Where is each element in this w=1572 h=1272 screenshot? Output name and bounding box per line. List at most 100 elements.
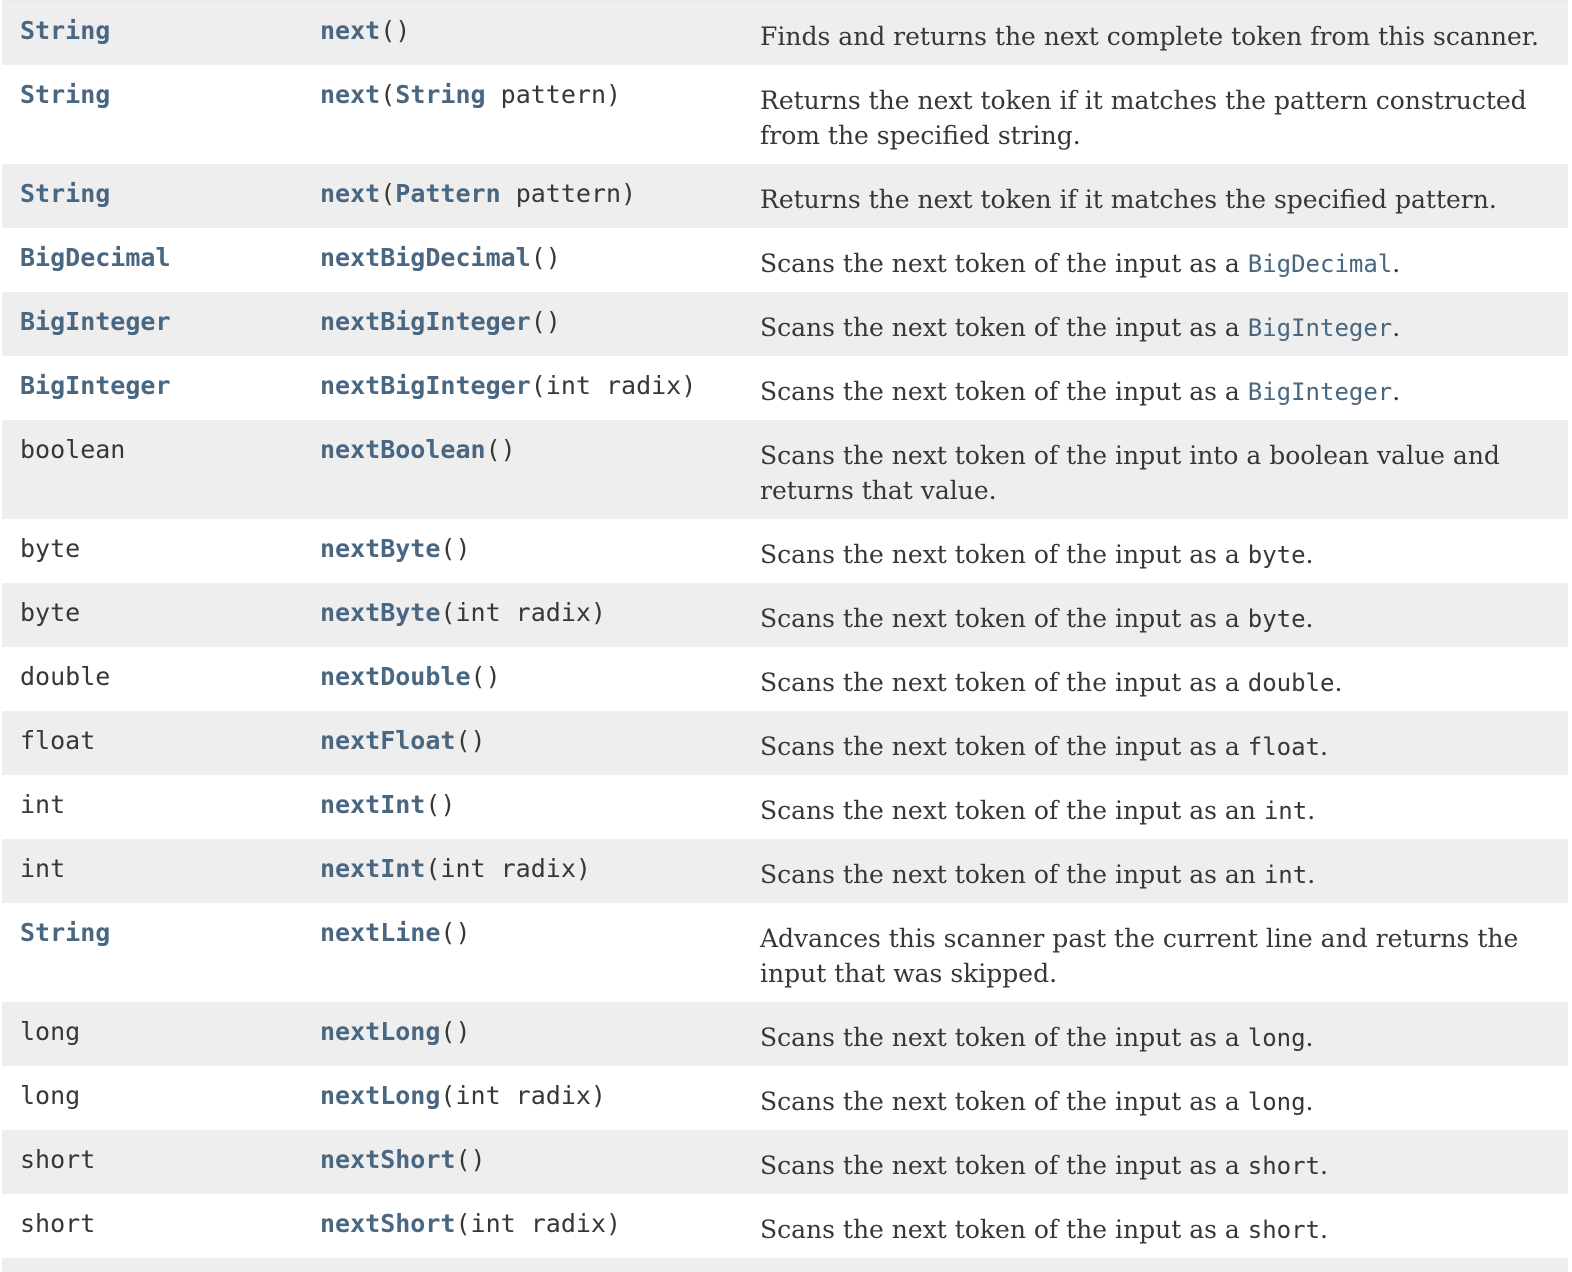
description-text: Finds and returns the next complete toke…	[760, 22, 1539, 51]
description-type-link[interactable]: BigInteger	[1248, 378, 1393, 406]
table-row: BigInteger nextBigInteger(int radix) Scans…	[2, 356, 1568, 420]
description-text: .	[1334, 668, 1343, 697]
table-row: double nextDouble() Scans the next token o…	[2, 647, 1568, 711]
return-type: byte	[20, 598, 81, 627]
table-row: String nextLine() Advances this scanner pa…	[2, 903, 1568, 1002]
return-type-link[interactable]: String	[20, 80, 110, 109]
return-type-link[interactable]: String	[20, 16, 110, 45]
method-params: (int radix)	[530, 371, 697, 400]
method-params: (int radix)	[455, 1209, 622, 1238]
method-name-link[interactable]: next	[320, 16, 380, 45]
method-name-link[interactable]: nextByte	[320, 598, 440, 627]
method-name-link[interactable]: nextLine	[320, 918, 440, 947]
method-params: (int radix)	[440, 1081, 606, 1110]
method-name-link[interactable]: nextFloat	[320, 726, 455, 755]
description-text: .	[1305, 604, 1314, 633]
method-params: ()	[455, 726, 486, 755]
return-type: float	[20, 726, 96, 755]
description-code: int	[1263, 861, 1308, 889]
param-type-link[interactable]: String	[395, 80, 485, 109]
description-type-link[interactable]: BigDecimal	[1248, 250, 1393, 278]
description-cell: Scans the next token of the input as a B…	[742, 246, 1568, 282]
description-cell: Scans the next token of the input as a l…	[742, 1084, 1568, 1120]
method-params: ()	[380, 16, 411, 45]
method-cell: nextFloat()	[302, 726, 742, 756]
method-name-link[interactable]: nextShort	[320, 1145, 455, 1174]
method-params: ()	[455, 1145, 486, 1174]
method-name-link[interactable]: nextInt	[320, 854, 425, 883]
method-name-link[interactable]: nextBigDecimal	[320, 243, 531, 272]
description-cell: Scans the next token of the input as a l…	[742, 1020, 1568, 1056]
return-type-link[interactable]: String	[20, 179, 110, 208]
method-name-link[interactable]: next	[320, 179, 380, 208]
method-params: ()	[440, 918, 471, 947]
return-type-link[interactable]: BigInteger	[20, 371, 171, 400]
description-code: float	[1247, 733, 1320, 761]
description-code: long	[1247, 1024, 1306, 1052]
method-cell: nextLine()	[302, 918, 742, 948]
method-cell: nextShort(int radix)	[302, 1209, 742, 1239]
method-name-link[interactable]: nextLong	[320, 1081, 440, 1110]
description-code: long	[1247, 1088, 1306, 1116]
description-text: .	[1392, 377, 1401, 406]
method-params: ()	[485, 435, 516, 464]
description-cell: Scans the next token of the input as a d…	[742, 665, 1568, 701]
return-type-cell: int	[2, 854, 302, 884]
return-type: short	[20, 1145, 96, 1174]
description-cell: Scans the next token of the input as a s…	[742, 1148, 1568, 1184]
method-cell: nextInt(int radix)	[302, 854, 742, 884]
return-type-link[interactable]: BigInteger	[20, 307, 171, 336]
description-text: .	[1305, 540, 1314, 569]
description-text: Scans the next token of the input as a	[760, 604, 1248, 633]
return-type-cell: String	[2, 179, 302, 209]
return-type-link[interactable]: String	[20, 918, 110, 947]
table-row: String next(Pattern pattern) Returns the n…	[2, 164, 1568, 228]
description-cell: Advances this scanner past the current l…	[742, 921, 1568, 991]
return-type-cell: int	[2, 790, 302, 820]
description-text: .	[1392, 249, 1401, 278]
return-type-cell: BigInteger	[2, 307, 302, 337]
method-cell: nextByte(int radix)	[302, 598, 742, 628]
description-type-link[interactable]: BigInteger	[1248, 314, 1393, 342]
table-row: boolean nextBoolean() Scans the next token…	[2, 420, 1568, 519]
description-text: .	[1307, 860, 1316, 889]
table-row: BigInteger nextBigInteger() Scans the next…	[2, 292, 1568, 356]
method-name-link[interactable]: nextBigInteger	[320, 307, 531, 336]
method-name-link[interactable]: nextBigInteger	[320, 371, 531, 400]
description-cell: Scans the next token of the input as an …	[742, 793, 1568, 829]
table-row: long nextLong() Scans the next token of th…	[2, 1002, 1568, 1066]
return-type: double	[20, 662, 111, 691]
method-name-link[interactable]: nextLong	[320, 1017, 440, 1046]
method-params: (	[380, 179, 396, 208]
method-name-link[interactable]: nextInt	[320, 790, 425, 819]
method-cell: nextBigInteger(int radix)	[302, 371, 742, 401]
description-text: Scans the next token of the input as a	[760, 377, 1248, 406]
description-text: Scans the next token of the input as a	[760, 1087, 1248, 1116]
table-row: float nextFloat() Scans the next token of …	[2, 711, 1568, 775]
method-name-link[interactable]: nextShort	[320, 1209, 455, 1238]
method-name-link[interactable]: nextBoolean	[320, 435, 486, 464]
table-row: short nextShort() Scans the next token of …	[2, 1130, 1568, 1194]
method-params: (	[380, 80, 396, 109]
table-row: int nextInt() Scans the next token of the …	[2, 775, 1568, 839]
method-cell: nextByte()	[302, 534, 742, 564]
description-text: Scans the next token of the input as a	[760, 540, 1248, 569]
method-cell: nextShort()	[302, 1145, 742, 1175]
method-name-link[interactable]: next	[320, 80, 380, 109]
method-cell: nextBigInteger()	[302, 307, 742, 337]
table-row: String next() Finds and returns the next c…	[2, 1, 1568, 65]
table-row: byte nextByte() Scans the next token of th…	[2, 519, 1568, 583]
method-name-link[interactable]: nextDouble	[320, 662, 471, 691]
description-code: byte	[1247, 541, 1306, 569]
description-text: Scans the next token of the input as a	[760, 1023, 1248, 1052]
description-text: Scans the next token of the input as an	[760, 860, 1264, 889]
return-type-cell: long	[2, 1081, 302, 1111]
return-type: int	[20, 790, 66, 819]
return-type-link[interactable]: BigDecimal	[20, 243, 171, 272]
description-text: .	[1307, 796, 1316, 825]
method-cell: nextBigDecimal()	[302, 243, 742, 273]
method-params: ()	[530, 243, 561, 272]
method-name-link[interactable]: nextByte	[320, 534, 440, 563]
param-type-link[interactable]: Pattern	[395, 179, 500, 208]
description-cell: Scans the next token of the input as a b…	[742, 601, 1568, 637]
